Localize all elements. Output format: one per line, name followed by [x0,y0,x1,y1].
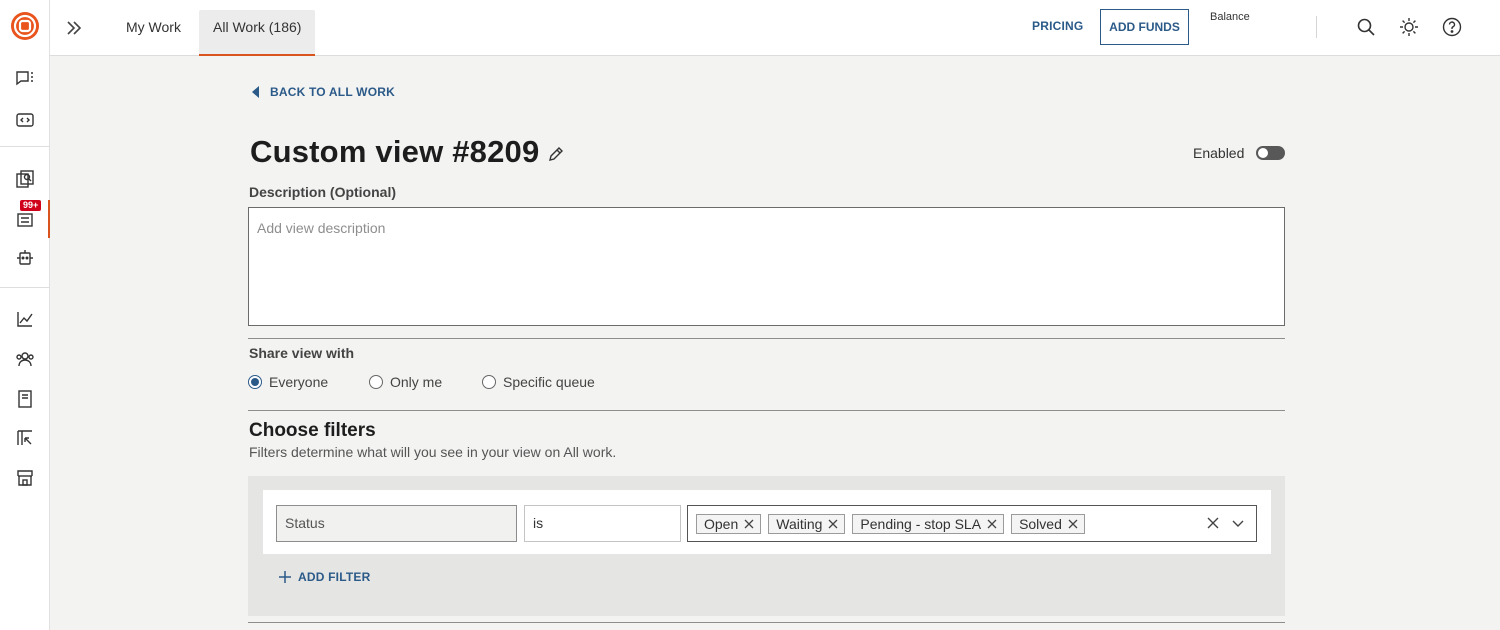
clear-all-icon[interactable] [1206,516,1220,530]
topbar-divider [1316,16,1317,38]
filter-values-multiselect[interactable]: Open Waiting Pending - stop SLA Solved [687,505,1257,542]
tab-all-work[interactable]: All Work (186) [199,10,316,56]
chip-label: Waiting [776,515,823,532]
plus-icon [279,571,291,583]
balance-label: Balance [1210,11,1250,23]
share-option-label: Specific queue [503,374,595,390]
add-filter-button[interactable]: ADD FILTER [278,570,370,584]
radio-selected [248,375,262,389]
caret-left-icon [252,86,259,98]
search-icon[interactable] [1354,15,1378,39]
page-title: Custom view #8209 [250,134,540,169]
filter-row: Status is Open Waiting Pending - stop SL… [263,490,1271,554]
filter-field-select[interactable]: Status [276,505,517,542]
section-divider [248,410,1285,411]
app-logo-icon[interactable] [10,11,40,41]
add-funds-button[interactable]: ADD FUNDS [1100,9,1189,45]
section-divider [248,338,1285,339]
analytics-chart-icon[interactable] [13,307,37,331]
expand-sidebar-icon[interactable] [62,16,86,40]
import-icon[interactable] [13,426,37,450]
left-nav-rail: 99+ [0,0,50,630]
share-option-label: Everyone [269,374,329,390]
help-icon[interactable] [1440,15,1464,39]
enabled-toggle[interactable] [1256,146,1285,160]
search-docs-icon[interactable] [13,167,37,191]
rail-active-indicator [48,200,50,238]
top-bar: My Work All Work (186) PRICING ADD FUNDS… [50,0,1500,56]
share-option-specific-queue[interactable]: Specific queue [482,374,595,390]
radio-unselected [369,375,383,389]
book-icon[interactable] [13,387,37,411]
enabled-label: Enabled [1193,145,1245,161]
toggle-knob [1258,148,1268,158]
theme-sun-icon[interactable] [1397,15,1421,39]
back-link-label: BACK TO ALL WORK [270,85,395,99]
rail-divider [0,287,50,288]
notification-badge: 99+ [20,200,42,211]
chevron-down-icon[interactable] [1232,517,1244,529]
chip-label: Pending - stop SLA [860,515,982,532]
description-input[interactable] [248,207,1285,326]
store-icon[interactable] [13,466,37,490]
share-option-only-me[interactable]: Only me [369,374,442,390]
edit-pencil-icon[interactable] [547,145,565,163]
close-icon[interactable] [828,519,838,529]
share-option-everyone[interactable]: Everyone [248,374,328,390]
value-chip: Waiting [768,513,846,534]
chip-label: Solved [1019,515,1062,532]
people-icon[interactable] [13,347,37,371]
code-window-icon[interactable] [13,108,37,132]
description-label: Description (Optional) [249,184,396,200]
filters-panel: Status is Open Waiting Pending - stop SL… [248,476,1285,616]
close-icon[interactable] [1068,519,1078,529]
share-view-label: Share view with [249,345,355,361]
tab-my-work[interactable]: My Work [112,10,195,56]
close-icon[interactable] [744,519,754,529]
close-icon[interactable] [987,519,997,529]
filter-operator-select[interactable]: is [524,505,681,542]
add-filter-label: ADD FILTER [298,570,371,584]
value-chip: Solved [1011,513,1085,534]
chip-label: Open [704,515,739,532]
radio-unselected [482,375,496,389]
share-option-label: Only me [390,374,443,390]
filters-subtitle: Filters determine what will you see in y… [249,444,617,460]
chat-list-icon[interactable] [13,67,37,91]
robot-icon[interactable] [13,246,37,270]
filters-heading: Choose filters [249,420,376,441]
value-chip: Pending - stop SLA [852,513,1005,534]
back-to-all-work-link[interactable]: BACK TO ALL WORK [252,85,395,99]
section-divider [248,622,1285,623]
rail-divider [0,146,50,147]
value-chip: Open [696,513,762,534]
pricing-link[interactable]: PRICING [1032,19,1083,33]
